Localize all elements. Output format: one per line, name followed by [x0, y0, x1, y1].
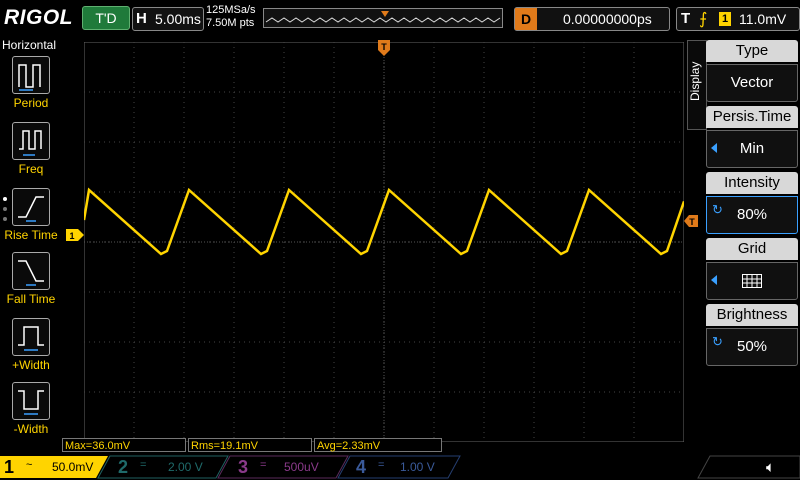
- memory-depth: 7.50M pts: [206, 17, 255, 29]
- persis-time-value: Min: [739, 140, 765, 157]
- trigger-label: T: [681, 10, 691, 27]
- persis-time-label: Persis.Time: [706, 106, 798, 128]
- measure-max[interactable]: Max=36.0mV: [62, 438, 186, 452]
- grid-softkey[interactable]: Grid: [706, 238, 798, 300]
- trigger-box[interactable]: T ⨍ 1 11.0mV: [676, 7, 800, 31]
- intensity-softkey[interactable]: Intensity ↻ 80%: [706, 172, 798, 234]
- ch1-number: 1: [4, 457, 15, 477]
- fall-time-icon: [12, 252, 50, 290]
- type-softkey[interactable]: Type Vector: [706, 40, 798, 102]
- ch2-tab[interactable]: 2 = 2.00 V: [118, 456, 218, 478]
- dropdown-arrow-icon: [711, 275, 717, 285]
- trigger-level-label: T: [689, 217, 695, 227]
- trigger-level: 11.0mV: [739, 11, 787, 27]
- delay-label: D: [515, 8, 537, 30]
- speaker-mute-icon[interactable]: 🔈︎: [766, 459, 775, 476]
- acquisition-info: 125MSa/s 7.50M pts: [206, 4, 256, 30]
- display-tab-label: Display: [688, 61, 702, 101]
- pos-width-label: +Width: [12, 358, 50, 372]
- menu-page-dots: [2, 196, 8, 231]
- pos-width-icon: [12, 318, 50, 356]
- rising-edge-icon: ⨍: [699, 11, 708, 28]
- ch1-marker-label: 1: [69, 231, 74, 241]
- rise-time-button[interactable]: Rise Time: [0, 188, 62, 250]
- ch2-scale: 2.00 V: [168, 460, 203, 474]
- ch3-coupling: =: [260, 459, 267, 471]
- ch1-scale: 50.0mV: [52, 460, 94, 474]
- ch2-coupling: =: [140, 459, 147, 471]
- ch2-number: 2: [118, 457, 129, 477]
- intensity-value-box: ↻ 80%: [706, 196, 798, 234]
- speaker-tab-bg: [697, 455, 800, 479]
- period-button[interactable]: Period: [0, 56, 62, 118]
- ch4-coupling: =: [378, 459, 385, 471]
- type-label: Type: [706, 40, 798, 62]
- grid-full-icon: [742, 274, 762, 289]
- ch4-tab[interactable]: 4 = 1.00 V: [356, 456, 456, 478]
- trigger-position-marker[interactable]: T: [378, 40, 390, 61]
- persis-time-softkey[interactable]: Persis.Time Min: [706, 106, 798, 168]
- ch3-tab[interactable]: 3 = 500uV: [238, 456, 338, 478]
- brightness-softkey[interactable]: Brightness ↻ 50%: [706, 304, 798, 366]
- ch1-tab[interactable]: 1 ~ 50.0mV: [4, 456, 104, 478]
- run-status-badge[interactable]: T'D: [82, 6, 130, 30]
- waveform-display[interactable]: [84, 42, 684, 442]
- trigger-source: 1: [719, 12, 731, 26]
- persis-time-value-box: Min: [706, 130, 798, 168]
- grid-value-box: [706, 262, 798, 300]
- brightness-value: 50%: [736, 338, 768, 355]
- ch4-scale: 1.00 V: [400, 460, 435, 474]
- measure-rms[interactable]: Rms=19.1mV: [188, 438, 312, 452]
- timebase-box[interactable]: H 5.00ms: [132, 7, 204, 31]
- ch3-number: 3: [238, 457, 249, 477]
- delay-box[interactable]: D 0.00000000ps: [514, 7, 670, 31]
- brand-logo: RIGOL: [4, 6, 73, 29]
- memory-trigger-marker: [381, 11, 389, 17]
- neg-width-label: -Width: [13, 422, 49, 436]
- trigger-level-marker[interactable]: T: [684, 214, 698, 232]
- intensity-value: 80%: [736, 206, 768, 223]
- rise-time-icon: [12, 188, 50, 226]
- freq-label: Freq: [18, 162, 44, 176]
- freq-icon: [12, 122, 50, 160]
- intensity-label: Intensity: [706, 172, 798, 194]
- measure-avg[interactable]: Avg=2.33mV: [314, 438, 442, 452]
- display-menu-tab: Display: [687, 40, 707, 130]
- neg-width-button[interactable]: -Width: [0, 382, 62, 444]
- knob-icon: ↻: [712, 202, 723, 217]
- trigger-position-label: T: [381, 42, 387, 52]
- sample-rate: 125MSa/s: [206, 4, 256, 16]
- grid-label: Grid: [706, 238, 798, 260]
- ch1-coupling: ~: [26, 459, 33, 471]
- timebase-value: 5.00ms: [155, 11, 201, 27]
- fall-time-label: Fall Time: [6, 292, 56, 306]
- delay-value: 0.00000000ps: [563, 11, 652, 27]
- type-value: Vector: [706, 64, 798, 102]
- period-label: Period: [13, 96, 49, 110]
- ch4-number: 4: [356, 457, 367, 477]
- rise-time-label: Rise Time: [4, 228, 58, 242]
- ch3-scale: 500uV: [284, 460, 319, 474]
- brightness-value-box: ↻ 50%: [706, 328, 798, 366]
- memory-overview-wave: [265, 11, 501, 23]
- brightness-label: Brightness: [706, 304, 798, 326]
- period-icon: [12, 56, 50, 94]
- neg-width-icon: [12, 382, 50, 420]
- left-menu-title: Horizontal: [2, 38, 57, 52]
- knob-icon: ↻: [712, 334, 723, 349]
- memory-overview-strip[interactable]: [263, 8, 503, 28]
- fall-time-button[interactable]: Fall Time: [0, 252, 62, 314]
- dropdown-arrow-icon: [711, 143, 717, 153]
- pos-width-button[interactable]: +Width: [0, 318, 62, 380]
- ch1-offset-marker[interactable]: 1: [66, 228, 84, 246]
- horizontal-label: H: [136, 10, 147, 27]
- freq-button[interactable]: Freq: [0, 122, 62, 184]
